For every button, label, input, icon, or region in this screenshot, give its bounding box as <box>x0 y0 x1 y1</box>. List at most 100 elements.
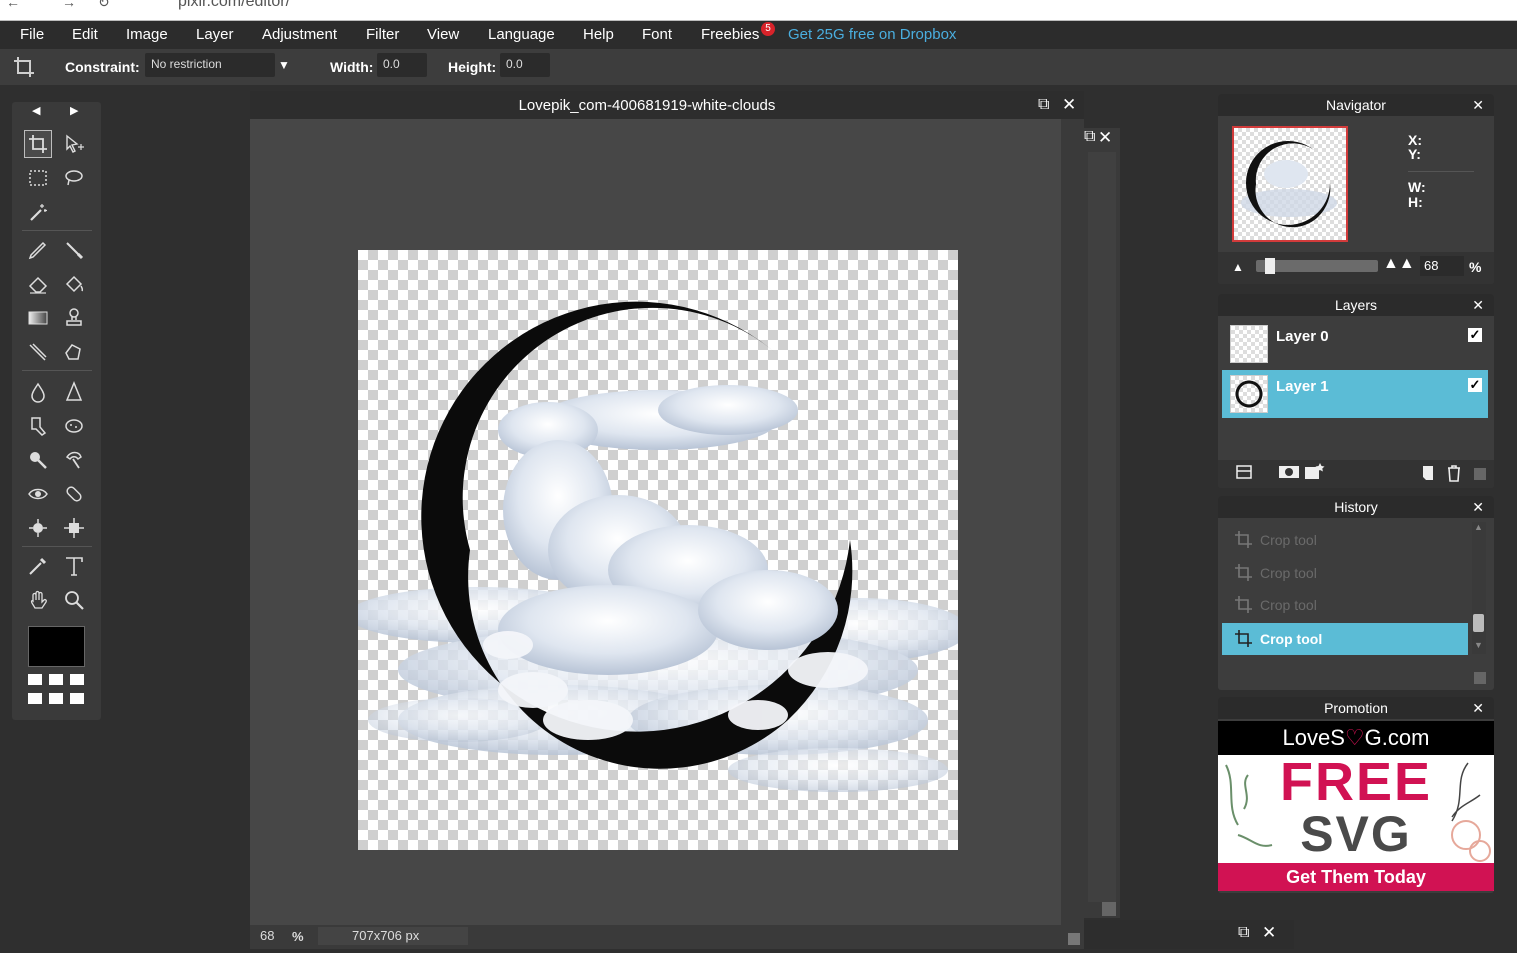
window-restore-icon[interactable]: ⧉ <box>1038 96 1049 114</box>
history-close-icon[interactable]: ✕ <box>1472 496 1484 518</box>
chevron-down-icon[interactable]: ▼ <box>278 58 290 72</box>
clone-stamp-tool-icon[interactable] <box>60 304 88 332</box>
marquee-tool-icon[interactable] <box>24 164 52 192</box>
pinch-tool-icon[interactable] <box>60 514 88 542</box>
menu-layer[interactable]: Layer <box>196 26 234 43</box>
address-bar[interactable]: pixlr.com/editor/ <box>178 0 290 11</box>
layer-mask-icon[interactable] <box>1278 464 1300 480</box>
pencil-tool-icon[interactable] <box>24 236 52 264</box>
image-canvas[interactable] <box>348 250 968 850</box>
resize-grip-icon[interactable] <box>1068 933 1080 945</box>
layers-resize-icon[interactable] <box>1474 468 1486 480</box>
menu-image[interactable]: Image <box>126 26 168 43</box>
burn-tool-icon[interactable] <box>60 446 88 474</box>
promo-cta-button[interactable]: Get Them Today <box>1218 863 1494 891</box>
zoom-tool-icon[interactable] <box>60 586 88 614</box>
navigator-zoom-input[interactable]: 68 <box>1420 256 1464 276</box>
dropbox-link[interactable]: Get 25G free on Dropbox <box>788 26 956 43</box>
layer-styles-icon[interactable] <box>1236 464 1252 480</box>
sponge-tool-icon[interactable] <box>60 412 88 440</box>
navigator-close-icon[interactable]: ✕ <box>1472 94 1484 116</box>
gradient-tool-icon[interactable] <box>24 304 52 332</box>
back-icon[interactable]: ← <box>6 0 20 10</box>
minimized-window-restore-icon[interactable]: ⧉ <box>1238 924 1249 942</box>
grid-view-icon[interactable] <box>28 674 86 708</box>
type-tool-icon[interactable] <box>60 552 88 580</box>
menu-view[interactable]: View <box>427 26 459 43</box>
browser-strip: ← → ↻ pixlr.com/editor/ <box>0 0 1517 21</box>
canvas-area[interactable] <box>250 119 1061 925</box>
magic-wand-tool-icon[interactable] <box>24 198 52 226</box>
hand-tool-icon[interactable] <box>24 586 52 614</box>
constraint-select[interactable]: No restriction <box>145 53 275 77</box>
navigator-y-label: Y: <box>1408 146 1421 162</box>
brush-tool-icon[interactable] <box>60 236 88 264</box>
menu-file[interactable]: File <box>20 26 44 43</box>
color-replace-tool-icon[interactable] <box>24 338 52 366</box>
history-header: History ✕ <box>1218 496 1494 518</box>
menu-freebies[interactable]: Freebies <box>701 26 759 43</box>
history-item-3[interactable]: Crop tool <box>1222 623 1468 655</box>
bloat-tool-icon[interactable] <box>24 514 52 542</box>
promotion-ad[interactable]: LoveS♡G.com FREE SVG Get Them Today <box>1218 721 1494 891</box>
new-layer-icon[interactable] <box>1420 464 1436 482</box>
layer-row-0[interactable]: Layer 0 ✓ <box>1222 320 1488 368</box>
zoom-slider-track[interactable] <box>1256 258 1378 274</box>
history-item-2[interactable]: Crop tool <box>1222 589 1468 621</box>
eraser-tool-icon[interactable] <box>24 270 52 298</box>
history-item-0[interactable]: Crop tool <box>1222 524 1468 556</box>
menu-help[interactable]: Help <box>583 26 614 43</box>
blur-tool-icon[interactable] <box>24 378 52 406</box>
history-scroll-thumb[interactable] <box>1473 614 1484 632</box>
history-item-1[interactable]: Crop tool <box>1222 557 1468 589</box>
zoom-in-icon[interactable]: ▲▲ <box>1383 255 1415 273</box>
menu-adjustment[interactable]: Adjustment <box>262 26 337 43</box>
height-field[interactable]: 0.0 <box>500 53 550 77</box>
layers-close-icon[interactable]: ✕ <box>1472 294 1484 316</box>
zoom-field[interactable]: 68 <box>260 928 292 943</box>
layer-1-visibility-checkbox[interactable]: ✓ <box>1468 378 1482 392</box>
toolbox-collapse-right-icon[interactable]: ▶ <box>70 104 78 117</box>
lasso-tool-icon[interactable] <box>60 164 88 192</box>
menu-filter[interactable]: Filter <box>366 26 399 43</box>
delete-layer-icon[interactable] <box>1446 464 1462 482</box>
document-titlebar[interactable]: Lovepik_com-400681919-white-clouds ⧉ ✕ <box>250 91 1084 119</box>
paint-bucket-tool-icon[interactable] <box>60 270 88 298</box>
color-picker-tool-icon[interactable] <box>24 552 52 580</box>
move-tool-icon[interactable] <box>60 130 88 158</box>
smudge-tool-icon[interactable] <box>24 412 52 440</box>
navigator-thumbnail[interactable] <box>1232 126 1348 242</box>
layer-0-visibility-checkbox[interactable]: ✓ <box>1468 328 1482 342</box>
toolbox: ◀ ▶ <box>12 102 101 720</box>
crop-tool-icon[interactable] <box>24 130 52 158</box>
scroll-down-icon[interactable]: ▼ <box>1474 640 1483 650</box>
minimized-window-close-icon[interactable]: ✕ <box>1262 923 1276 943</box>
promotion-close-icon[interactable]: ✕ <box>1472 697 1484 719</box>
toolbox-collapse-left-icon[interactable]: ◀ <box>32 104 40 117</box>
history-scrollbar[interactable]: ▲ ▼ <box>1472 522 1486 654</box>
menu-language[interactable]: Language <box>488 26 555 43</box>
layer-row-1[interactable]: Layer 1 ✓ <box>1222 370 1488 418</box>
background-window-restore-icon[interactable]: ⧉ <box>1084 128 1095 146</box>
menu-font[interactable]: Font <box>642 26 672 43</box>
layer-effects-icon[interactable] <box>1304 462 1326 480</box>
reload-icon[interactable]: ↻ <box>98 0 110 11</box>
zoom-out-icon[interactable]: ▲ <box>1232 260 1244 274</box>
zoom-slider-thumb[interactable] <box>1265 258 1275 274</box>
sharpen-tool-icon[interactable] <box>60 378 88 406</box>
drawing-tool-icon[interactable] <box>60 338 88 366</box>
spot-heal-tool-icon[interactable] <box>60 480 88 508</box>
background-window-resize-icon[interactable] <box>1102 902 1116 916</box>
window-close-icon[interactable]: ✕ <box>1062 95 1076 115</box>
forward-icon[interactable]: → <box>62 0 76 10</box>
navigator-zoom-value: 68 <box>1424 258 1439 273</box>
menu-edit[interactable]: Edit <box>72 26 98 43</box>
background-window-close-icon[interactable]: ✕ <box>1098 128 1112 148</box>
red-eye-tool-icon[interactable] <box>24 480 52 508</box>
width-field[interactable]: 0.0 <box>377 53 427 77</box>
vertical-scrollbar[interactable] <box>1061 119 1084 925</box>
scroll-up-icon[interactable]: ▲ <box>1474 522 1483 532</box>
history-resize-icon[interactable] <box>1474 672 1486 684</box>
foreground-color-swatch[interactable] <box>28 626 85 667</box>
dodge-tool-icon[interactable] <box>24 446 52 474</box>
